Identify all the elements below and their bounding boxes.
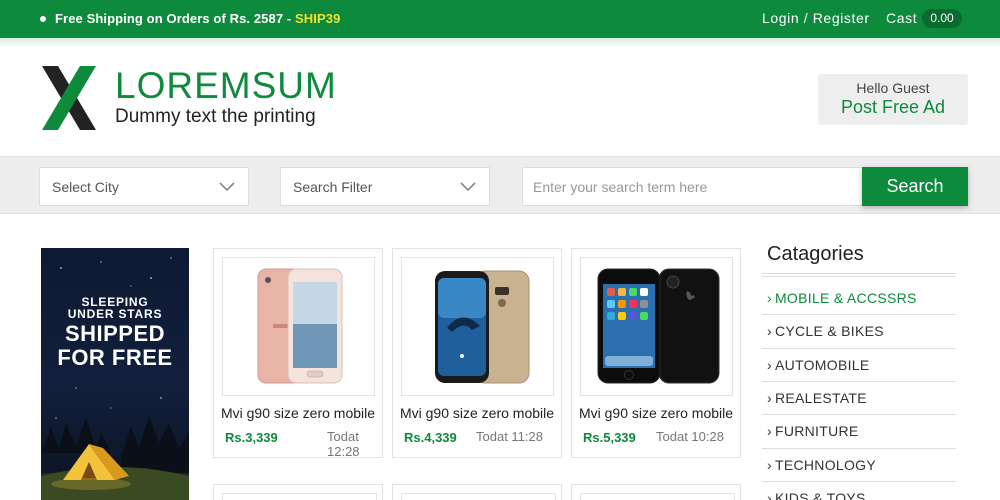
- category-label: TECHNOLOGY: [774, 457, 876, 473]
- category-mobile-accessories[interactable]: › MOBILE & ACCSSRS: [767, 290, 917, 306]
- product-image[interactable]: [401, 257, 554, 396]
- divider: [762, 273, 956, 274]
- product-price: Rs.4,339: [404, 430, 457, 445]
- chevron-right-icon: ›: [767, 357, 772, 373]
- chevron-right-icon: ›: [767, 390, 772, 406]
- filter-select-value: Search Filter: [293, 179, 373, 195]
- city-select[interactable]: Select City: [39, 167, 249, 206]
- product-card[interactable]: [571, 484, 741, 500]
- divider: [762, 414, 956, 415]
- category-technology[interactable]: › TECHNOLOGY: [767, 457, 876, 473]
- divider: [762, 276, 956, 277]
- filter-select[interactable]: Search Filter: [280, 167, 490, 206]
- chevron-right-icon: ›: [767, 423, 772, 439]
- product-image[interactable]: [580, 257, 733, 396]
- smartphone-image: [257, 268, 343, 384]
- search-button[interactable]: Search: [862, 167, 968, 206]
- login-register-link[interactable]: Login / Register: [762, 10, 870, 26]
- hello-guest-text: Hello Guest: [856, 80, 930, 96]
- cart-total-badge[interactable]: 0.00: [922, 9, 962, 28]
- product-card[interactable]: [213, 484, 383, 500]
- category-label: KIDS & TOYS: [774, 490, 866, 500]
- product-time: Todat 11:28: [476, 429, 543, 444]
- banner-line-2: UNDER STARS: [67, 307, 163, 321]
- product-title[interactable]: Mvi g90 size zero mobile: [572, 405, 740, 421]
- smartphone-image: [597, 268, 720, 384]
- topbar-shadow: [0, 38, 1000, 48]
- chevron-right-icon: ›: [767, 290, 772, 306]
- logo-icon[interactable]: [42, 66, 96, 130]
- city-select-value: Select City: [52, 179, 119, 195]
- product-card[interactable]: Mvi g90 size zero mobile Rs.4,339 Todat …: [392, 248, 562, 458]
- product-card[interactable]: Mvi g90 size zero mobile Rs.5,339 Todat …: [571, 248, 741, 458]
- divider: [762, 481, 956, 482]
- promo-text: Free Shipping on Orders of Rs. 2587 -: [55, 11, 296, 26]
- category-label: MOBILE & ACCSSRS: [774, 290, 917, 306]
- product-title[interactable]: Mvi g90 size zero mobile: [393, 405, 561, 421]
- category-furniture[interactable]: › FURNITURE: [767, 423, 859, 439]
- product-card[interactable]: Mvi g90 size zero mobile Rs.3,339 Todat …: [213, 248, 383, 459]
- category-kids-toys[interactable]: › KIDS & TOYS: [767, 490, 866, 500]
- divider: [762, 348, 956, 349]
- product-price: Rs.5,339: [583, 430, 636, 445]
- banner-headline-1: SHIPPED: [64, 321, 166, 346]
- bullet-icon: [40, 16, 46, 22]
- divider: [762, 381, 956, 382]
- product-time: Todat 12:28: [327, 429, 360, 459]
- category-cycle-bikes[interactable]: › CYCLE & BIKES: [767, 323, 884, 339]
- category-label: AUTOMOBILE: [774, 357, 870, 373]
- night-camping-illustration: [41, 257, 189, 500]
- promo-banner: Free Shipping on Orders of Rs. 2587 - SH…: [55, 11, 340, 26]
- product-image[interactable]: [222, 257, 375, 396]
- categories-title: Catagories: [767, 243, 864, 265]
- product-title[interactable]: Mvi g90 size zero mobile: [214, 405, 382, 421]
- smartphone-image: [435, 270, 530, 384]
- search-bar: Select City Search Filter Search: [0, 156, 1000, 214]
- promo-ad-banner[interactable]: SLEEPING UNDER STARS SHIPPED FOR FREE: [41, 248, 189, 500]
- category-label: FURNITURE: [774, 423, 859, 439]
- top-bar: Free Shipping on Orders of Rs. 2587 - SH…: [0, 0, 1000, 48]
- product-price: Rs.3,339: [225, 430, 278, 445]
- chevron-down-icon: [219, 182, 235, 192]
- category-label: REALESTATE: [774, 390, 867, 406]
- banner-headline-2: FOR FREE: [57, 345, 173, 370]
- chevron-right-icon: ›: [767, 457, 772, 473]
- chevron-right-icon: ›: [767, 490, 772, 500]
- promo-code: SHIP39: [295, 11, 341, 26]
- brand-tagline: Dummy text the printing: [115, 106, 316, 127]
- brand-name[interactable]: LOREMSUM: [115, 66, 337, 106]
- cart-link[interactable]: Cast: [886, 10, 917, 26]
- post-ad-box[interactable]: Hello Guest Post Free Ad: [818, 74, 968, 125]
- category-realestate[interactable]: › REALESTATE: [767, 390, 867, 406]
- chevron-right-icon: ›: [767, 323, 772, 339]
- post-free-ad-button[interactable]: Post Free Ad: [818, 97, 968, 118]
- category-label: CYCLE & BIKES: [774, 323, 884, 339]
- search-input[interactable]: [522, 167, 864, 206]
- product-time: Todat 10:28: [656, 429, 724, 444]
- category-automobile[interactable]: › AUTOMOBILE: [767, 357, 870, 373]
- chevron-down-icon: [460, 182, 476, 192]
- divider: [762, 448, 956, 449]
- product-card[interactable]: [392, 484, 562, 500]
- divider: [762, 314, 956, 315]
